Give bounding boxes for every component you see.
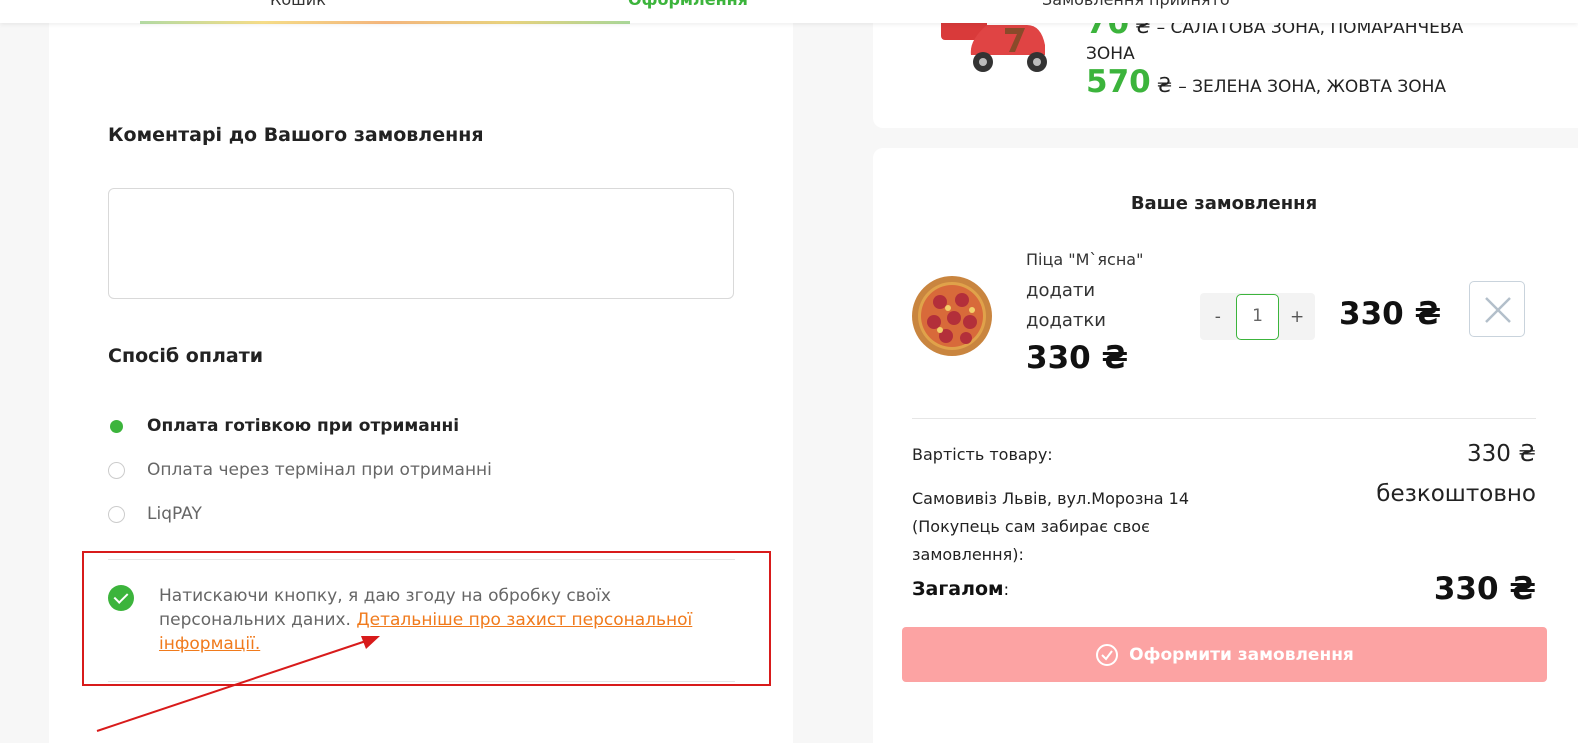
annotation-arrow-icon bbox=[96, 636, 380, 732]
